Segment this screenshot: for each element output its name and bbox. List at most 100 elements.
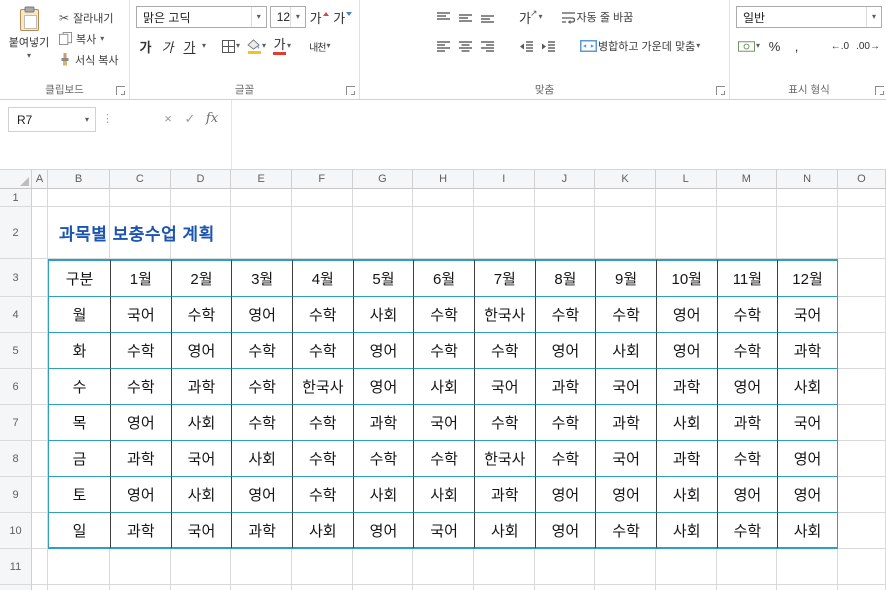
cell-I2[interactable] <box>473 207 535 259</box>
cell-D10[interactable]: 국어 <box>170 513 232 549</box>
cell-N1[interactable] <box>777 189 838 207</box>
column-header-F[interactable]: F <box>291 170 353 189</box>
cell-G11[interactable] <box>352 549 414 585</box>
cell-O7[interactable] <box>837 405 886 441</box>
cell-K4[interactable]: 수학 <box>595 297 656 333</box>
merge-center-button[interactable]: 병합하고 가운데 맞춤 ▾ <box>578 35 702 57</box>
row-header-7[interactable]: 7 <box>0 405 32 441</box>
font-size-combobox[interactable]: 12 ▾ <box>269 6 306 28</box>
cell-M11[interactable] <box>716 549 778 585</box>
cell-L12[interactable] <box>656 585 717 590</box>
cell-L7[interactable]: 사회 <box>655 405 717 441</box>
cell-E2[interactable] <box>231 207 292 259</box>
name-box[interactable]: R7 ▾ <box>8 107 96 132</box>
column-header-N[interactable]: N <box>777 170 838 189</box>
cell-B6[interactable]: 수 <box>48 369 110 405</box>
cell-M7[interactable]: 과학 <box>716 405 778 441</box>
cell-L8[interactable]: 과학 <box>655 441 717 477</box>
cell-F9[interactable]: 수학 <box>291 477 353 513</box>
insert-function-button[interactable]: fx <box>201 111 223 126</box>
cell-B4[interactable]: 월 <box>48 297 110 333</box>
cell-A10[interactable] <box>32 513 48 549</box>
cell-L3[interactable]: 10월 <box>655 259 717 297</box>
cell-L5[interactable]: 영어 <box>655 333 717 369</box>
cell-I1[interactable] <box>473 189 535 207</box>
cell-B11[interactable] <box>48 549 110 585</box>
cell-K9[interactable]: 영어 <box>595 477 656 513</box>
cell-N6[interactable]: 사회 <box>777 369 838 405</box>
cell-K12[interactable] <box>595 585 656 590</box>
cell-C8[interactable]: 과학 <box>110 441 171 477</box>
cell-L6[interactable]: 과학 <box>655 369 717 405</box>
cell-E3[interactable]: 3월 <box>231 259 292 297</box>
cell-J6[interactable]: 과학 <box>534 369 596 405</box>
cell-C4[interactable]: 국어 <box>110 297 171 333</box>
cell-J10[interactable]: 영어 <box>534 513 596 549</box>
cell-E7[interactable]: 수학 <box>231 405 292 441</box>
cell-N11[interactable] <box>777 549 838 585</box>
cell-M10[interactable]: 수학 <box>716 513 778 549</box>
cell-M5[interactable]: 수학 <box>716 333 778 369</box>
cell-D3[interactable]: 2월 <box>170 259 232 297</box>
cell-L9[interactable]: 사회 <box>655 477 717 513</box>
column-header-L[interactable]: L <box>655 170 717 189</box>
cell-C6[interactable]: 수학 <box>110 369 171 405</box>
cell-F6[interactable]: 한국사 <box>291 369 353 405</box>
cell-I5[interactable]: 수학 <box>473 333 535 369</box>
cell-E6[interactable]: 수학 <box>231 369 292 405</box>
column-header-G[interactable]: G <box>352 170 414 189</box>
cell-A6[interactable] <box>32 369 48 405</box>
decrease-indent-button[interactable] <box>517 35 536 57</box>
percent-style-button[interactable]: % <box>765 35 784 57</box>
cell-G5[interactable]: 영어 <box>352 333 414 369</box>
column-header-I[interactable]: I <box>473 170 535 189</box>
cell-A8[interactable] <box>32 441 48 477</box>
cell-O6[interactable] <box>837 369 886 405</box>
cell-E10[interactable]: 과학 <box>231 513 292 549</box>
chevron-down-icon[interactable]: ▾ <box>202 42 206 50</box>
cell-F12[interactable] <box>292 585 353 590</box>
cell-N7[interactable]: 국어 <box>777 405 838 441</box>
row-header-11[interactable]: 11 <box>0 549 32 585</box>
cell-L11[interactable] <box>655 549 717 585</box>
column-header-M[interactable]: M <box>716 170 778 189</box>
cell-O8[interactable] <box>837 441 886 477</box>
row-header-4[interactable]: 4 <box>0 297 32 333</box>
cell-E9[interactable]: 영어 <box>231 477 292 513</box>
cell-G8[interactable]: 수학 <box>352 441 414 477</box>
cell-G2[interactable] <box>352 207 414 259</box>
align-center-button[interactable] <box>456 35 475 57</box>
format-painter-button[interactable]: 서식 복사 <box>59 50 119 69</box>
row-header-9[interactable]: 9 <box>0 477 32 513</box>
cell-A3[interactable] <box>32 259 48 297</box>
column-header-J[interactable]: J <box>534 170 596 189</box>
cell-I7[interactable]: 수학 <box>473 405 535 441</box>
cell-K2[interactable] <box>595 207 656 259</box>
cell-J4[interactable]: 수학 <box>534 297 596 333</box>
cell-A5[interactable] <box>32 333 48 369</box>
comma-style-button[interactable]: , <box>787 35 806 57</box>
cell-H8[interactable]: 수학 <box>413 441 474 477</box>
cell-G12[interactable] <box>353 585 414 590</box>
cell-J1[interactable] <box>534 189 596 207</box>
cell-G7[interactable]: 과학 <box>352 405 414 441</box>
cell-C10[interactable]: 과학 <box>110 513 171 549</box>
cell-J3[interactable]: 8월 <box>534 259 596 297</box>
cell-E1[interactable] <box>231 189 292 207</box>
cell-A4[interactable] <box>32 297 48 333</box>
cell-J8[interactable]: 수학 <box>534 441 596 477</box>
cell-I9[interactable]: 과학 <box>473 477 535 513</box>
align-middle-button[interactable] <box>456 6 475 28</box>
cell-N5[interactable]: 과학 <box>777 333 838 369</box>
underline-button[interactable]: 가 <box>180 35 199 57</box>
cell-O11[interactable] <box>837 549 886 585</box>
copy-button[interactable]: 복사 ▾ <box>59 29 119 48</box>
cell-C5[interactable]: 수학 <box>110 333 171 369</box>
cell-D1[interactable] <box>170 189 232 207</box>
cell-B10[interactable]: 일 <box>48 513 110 549</box>
cell-B3[interactable]: 구분 <box>48 259 110 297</box>
column-header-A[interactable]: A <box>32 170 48 189</box>
cell-D7[interactable]: 사회 <box>170 405 232 441</box>
cell-O4[interactable] <box>837 297 886 333</box>
cell-M12[interactable] <box>717 585 778 590</box>
